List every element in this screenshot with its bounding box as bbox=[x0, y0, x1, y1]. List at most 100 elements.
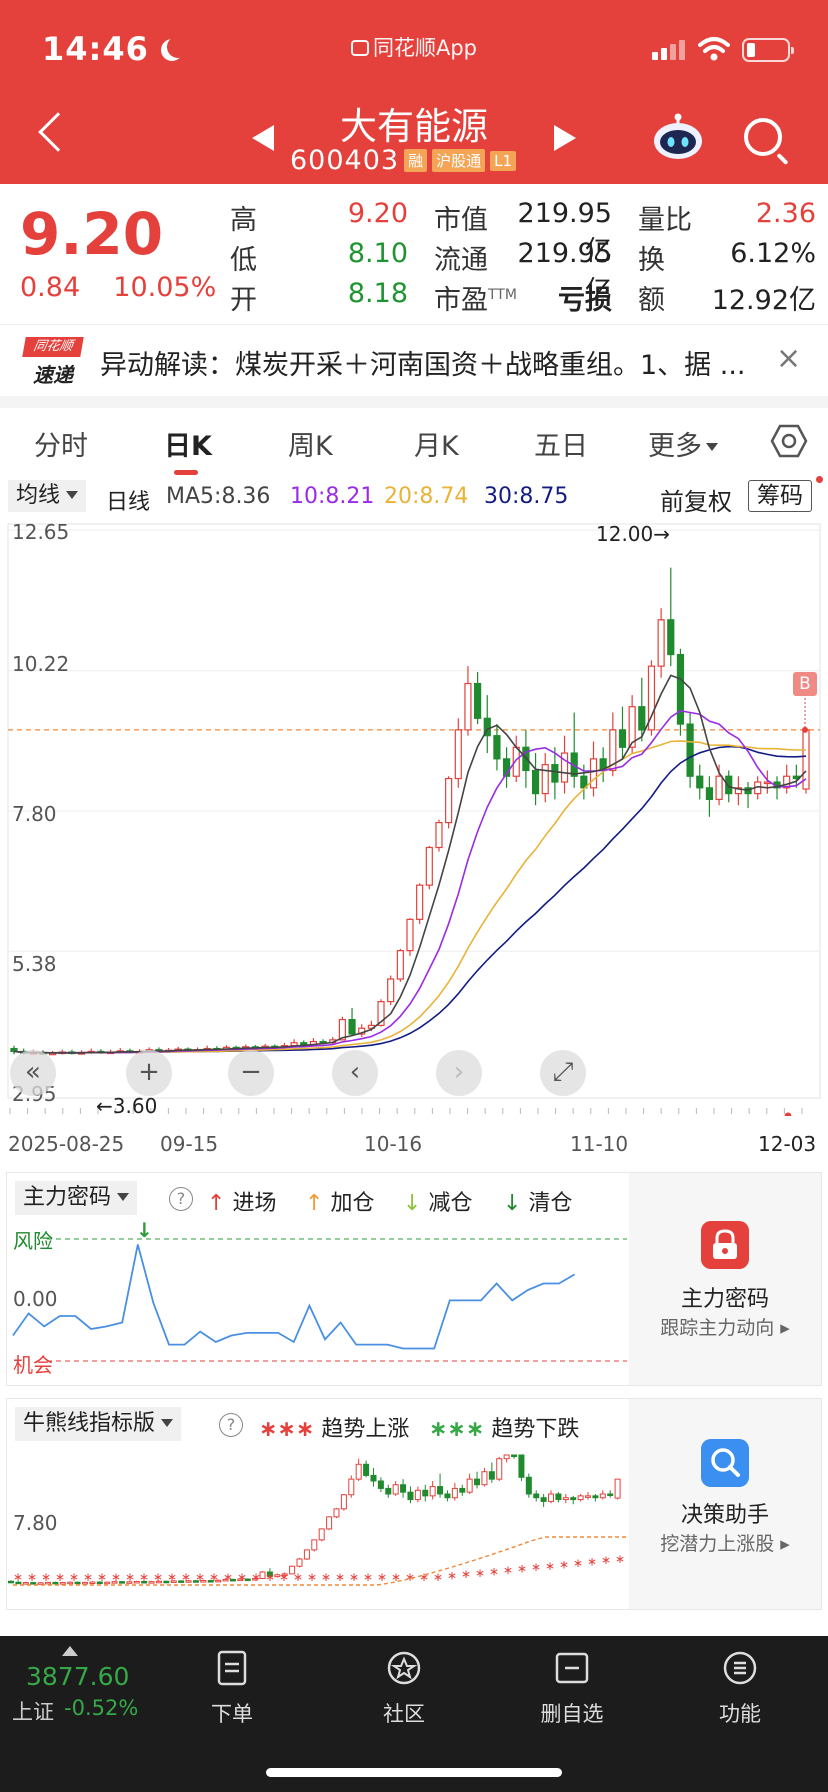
news-text[interactable]: 异动解读：煤炭开采＋河南国资＋战略重组。1、据 ... bbox=[100, 343, 760, 382]
candle bbox=[696, 775, 704, 789]
ma20-label: 20:8.74 bbox=[384, 484, 469, 509]
nav-community[interactable]: 社区 bbox=[344, 1650, 464, 1728]
mini-candle bbox=[533, 1493, 540, 1499]
trend-dot: ∗ bbox=[307, 1570, 317, 1584]
trend-dot: ∗ bbox=[97, 1570, 107, 1584]
stock-code: 600403 bbox=[290, 145, 400, 176]
tab-monthly-k[interactable]: 月K bbox=[414, 424, 459, 463]
chevron-down-icon bbox=[706, 443, 718, 451]
indicator-panel-bull-bear: 牛熊线指标版 ? ∗∗∗ 趋势上涨 ∗∗∗ 趋势下跌 ∗ ∗ ∗ ∗ ∗ ∗ ∗ ∗ ∗ ∗ ∗ ∗ ∗… bbox=[6, 1398, 822, 1610]
nav-order[interactable]: 下单 bbox=[172, 1650, 292, 1728]
ma20-line bbox=[13, 740, 806, 1054]
trend-dot: ∗ bbox=[279, 1570, 289, 1584]
mini-candle bbox=[466, 1478, 473, 1493]
trend-dot: ∗ bbox=[265, 1570, 275, 1584]
tab-weekly-k[interactable]: 周K bbox=[288, 424, 333, 463]
decision-card[interactable]: 决策助手 挖潜力上涨股 ▸ bbox=[629, 1399, 821, 1609]
y-label-2: 10.22 bbox=[12, 652, 70, 676]
open-label: 开 bbox=[230, 285, 257, 316]
robot-assistant-icon[interactable] bbox=[652, 112, 704, 162]
candle bbox=[657, 619, 665, 667]
kline-chart[interactable] bbox=[0, 516, 828, 1116]
tab-five-day[interactable]: 五日 bbox=[534, 424, 588, 463]
trend-dot: ∗ bbox=[237, 1570, 247, 1584]
amount-label: 额 bbox=[638, 285, 665, 316]
candle bbox=[531, 769, 540, 795]
search-icon[interactable] bbox=[744, 118, 782, 156]
candle bbox=[618, 729, 627, 748]
trend-dot: ∗ bbox=[489, 1564, 499, 1578]
tag-connect: 沪股通 bbox=[432, 149, 486, 172]
candle bbox=[454, 729, 462, 780]
tv-icon bbox=[350, 40, 369, 56]
scroll-left-icon[interactable]: ‹ bbox=[332, 1050, 378, 1096]
zoom-out-icon[interactable]: − bbox=[228, 1050, 274, 1096]
nav-functions[interactable]: 功能 bbox=[680, 1650, 800, 1728]
low-label: 低 bbox=[230, 245, 257, 276]
price-change: 0.84 10.05% bbox=[20, 272, 217, 303]
main-force-subtitle: 跟踪主力动向 ▸ bbox=[660, 1317, 790, 1339]
chip-distribution-button[interactable]: 筹码 bbox=[748, 480, 812, 512]
trend-dot: ∗ bbox=[531, 1560, 541, 1574]
zoom-in-icon[interactable]: + bbox=[126, 1050, 172, 1096]
candle bbox=[464, 682, 472, 731]
low-value: 8.10 bbox=[347, 238, 408, 269]
trend-dot: ∗ bbox=[349, 1570, 359, 1584]
candle bbox=[425, 846, 433, 886]
nav-remove-watchlist[interactable]: 删自选 bbox=[512, 1650, 632, 1728]
quote-panel: 9.20 0.84 10.05% 高 9.20 低 8.10 开 8.18 市值… bbox=[0, 184, 828, 324]
chance-label: 机会 bbox=[13, 1353, 53, 1377]
trend-dot: ∗ bbox=[461, 1567, 471, 1581]
mini-candle bbox=[488, 1471, 495, 1480]
mini-candle bbox=[348, 1478, 355, 1496]
news-banner[interactable]: 同花顺 速递 异动解读：煤炭开采＋河南国资＋战略重组。1、据 ... × bbox=[0, 324, 828, 396]
divider bbox=[0, 396, 828, 408]
indicator-select[interactable]: 均线 bbox=[8, 480, 87, 512]
main-force-title: 主力密码 bbox=[680, 1287, 769, 1312]
mini-candle bbox=[540, 1497, 547, 1502]
document-icon bbox=[217, 1650, 247, 1686]
decision-title: 决策助手 bbox=[680, 1503, 769, 1528]
close-icon[interactable]: × bbox=[776, 341, 801, 376]
trend-dot: ∗ bbox=[195, 1570, 205, 1584]
decision-subtitle: 挖潜力上涨股 ▸ bbox=[660, 1533, 790, 1555]
adjust-mode[interactable]: 前复权 bbox=[660, 482, 732, 517]
trend-dot: ∗ bbox=[111, 1570, 121, 1584]
mini-candle bbox=[562, 1497, 569, 1501]
trend-dot: ∗ bbox=[69, 1570, 79, 1584]
trend-dot: ∗ bbox=[503, 1563, 513, 1577]
notification-dot bbox=[816, 476, 823, 483]
volume-ratio-label: 量比 bbox=[638, 205, 692, 236]
expand-up-icon[interactable] bbox=[62, 1646, 78, 1656]
next-stock-icon[interactable] bbox=[554, 125, 576, 151]
open-value: 8.18 bbox=[347, 278, 408, 309]
mini-candle bbox=[599, 1493, 606, 1499]
settings-hex-icon[interactable] bbox=[770, 422, 808, 460]
ma30-line bbox=[13, 745, 807, 1054]
buy-marker[interactable]: B bbox=[793, 672, 817, 696]
mini-candle bbox=[459, 1487, 466, 1493]
tab-intraday[interactable]: 分时 bbox=[34, 424, 88, 463]
candle bbox=[638, 706, 646, 731]
candle bbox=[705, 787, 714, 801]
trend-dot: ∗ bbox=[293, 1570, 303, 1584]
magnifier-icon bbox=[701, 1439, 749, 1487]
mini-candle bbox=[592, 1495, 599, 1499]
tab-more[interactable]: 更多 bbox=[648, 424, 718, 463]
community-star-icon bbox=[387, 1651, 421, 1685]
main-force-card[interactable]: 主力密码 跟踪主力动向 ▸ bbox=[629, 1173, 821, 1385]
mini-candle bbox=[585, 1495, 592, 1498]
mini-candle bbox=[481, 1471, 488, 1486]
tab-daily-k[interactable]: 日K bbox=[164, 424, 212, 463]
lock-icon bbox=[701, 1221, 749, 1269]
scroll-right-icon[interactable]: › bbox=[436, 1050, 482, 1096]
ma30-label: 30:8.75 bbox=[484, 484, 569, 509]
scroll-left-fast-icon[interactable]: « bbox=[10, 1050, 56, 1096]
index-value[interactable]: 3877.60 bbox=[26, 1662, 129, 1691]
current-date-dot bbox=[784, 1112, 792, 1116]
fullscreen-icon[interactable]: ⤢ bbox=[540, 1050, 586, 1096]
mini-candle bbox=[607, 1493, 614, 1496]
high-annotation: 12.00→ bbox=[596, 522, 671, 546]
mini-candle bbox=[407, 1491, 414, 1501]
amount-value: 12.92亿 bbox=[711, 285, 816, 316]
